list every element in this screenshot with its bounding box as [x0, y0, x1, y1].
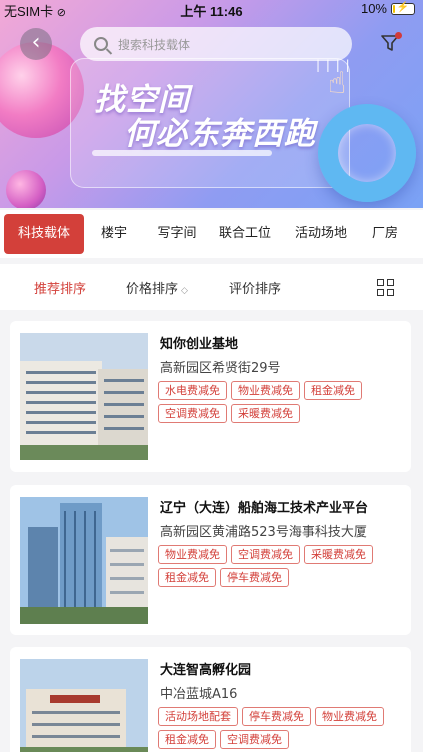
benefit-tag: 水电费减免	[158, 381, 227, 400]
filter-button[interactable]	[380, 32, 402, 55]
benefit-tag: 活动场地配套	[158, 707, 238, 726]
tab-building[interactable]: 楼宇	[84, 214, 144, 254]
benefit-tag: 租金减免	[304, 381, 362, 400]
decor-ring	[318, 104, 416, 202]
benefit-tag: 租金减免	[158, 568, 216, 587]
benefit-tag: 停车费减免	[242, 707, 311, 726]
decor-sphere-small	[6, 170, 46, 208]
benefit-tag: 采暖费减免	[231, 404, 300, 423]
battery-icon: ⚡	[391, 1, 415, 15]
listing-title: 辽宁（大连）船舶海工技术产业平台	[160, 501, 369, 516]
listing-address: 高新园区黄浦路523号海事科技大厦	[160, 525, 367, 540]
benefit-tag: 空调费减免	[231, 545, 300, 564]
benefit-tag: 物业费减免	[231, 381, 300, 400]
sort-recommended[interactable]: 推荐排序	[34, 278, 86, 297]
listing-photo	[20, 659, 148, 752]
benefit-tag: 空调费减免	[158, 404, 227, 423]
status-bar: 无SIM卡 ⊘ 上午 11:46 10% ⚡	[0, 0, 423, 19]
benefit-tag: 采暖费减免	[304, 545, 373, 564]
benefit-tag: 物业费减免	[315, 707, 384, 726]
listing-photo	[20, 497, 148, 624]
back-button[interactable]: ‹	[20, 28, 52, 60]
chevron-left-icon: ‹	[31, 30, 41, 55]
tab-event-venue[interactable]: 活动场地	[280, 214, 362, 254]
listing-card[interactable]: 大连智高孵化园 中冶蓝城A16 活动场地配套 停车费减免 物业费减免 租金减免 …	[10, 647, 411, 752]
tab-factory[interactable]: 厂房	[362, 214, 402, 254]
listing-card[interactable]: 知你创业基地 高新园区希贤街29号 水电费减免 物业费减免 租金减免 空调费减免…	[10, 321, 411, 472]
category-tabs: 科技载体 楼宇 写字间 联合工位 活动场地 厂房	[0, 210, 423, 258]
battery-percent: 10%	[360, 1, 387, 16]
listing-tags: 物业费减免 空调费减免 采暖费减免 租金减免 停车费减免	[158, 545, 408, 587]
listing-address: 中冶蓝城A16	[160, 687, 238, 702]
listing-photo	[20, 333, 148, 460]
banner-underline	[92, 150, 272, 156]
search-bar[interactable]: 搜索科技载体	[80, 27, 352, 61]
tab-tech-carrier[interactable]: 科技载体	[4, 214, 84, 254]
grid-view-icon[interactable]	[377, 279, 394, 296]
listing-tags: 活动场地配套 停车费减免 物业费减免 租金减免 空调费减免	[158, 707, 408, 749]
search-placeholder: 搜索科技载体	[118, 37, 191, 52]
pointing-hand-icon: ☝	[328, 66, 347, 101]
sort-price[interactable]: 价格排序 ◇	[126, 278, 188, 297]
notification-dot	[395, 32, 402, 39]
sort-updown-icon: ◇	[181, 286, 188, 296]
sort-bar: 推荐排序 价格排序 ◇ 评价排序	[0, 264, 423, 310]
battery-status: 10% ⚡	[361, 1, 415, 16]
search-icon	[94, 37, 108, 51]
benefit-tag: 租金减免	[158, 730, 216, 749]
sort-price-label: 价格排序	[126, 282, 179, 297]
listing-tags: 水电费减免 物业费减免 租金减免 空调费减免 采暖费减免	[158, 381, 408, 423]
benefit-tag: 空调费减免	[220, 730, 289, 749]
clock: 上午 11:46	[180, 4, 243, 19]
listing-card[interactable]: 辽宁（大连）船舶海工技术产业平台 高新园区黄浦路523号海事科技大厦 物业费减免…	[10, 485, 411, 635]
banner-headline-2: 何必东奔西跑	[124, 116, 316, 152]
tab-coworking[interactable]: 联合工位	[210, 214, 280, 254]
listing-address: 高新园区希贤街29号	[160, 361, 281, 376]
benefit-tag: 物业费减免	[158, 545, 227, 564]
sort-rating[interactable]: 评价排序	[229, 278, 281, 297]
benefit-tag: 停车费减免	[220, 568, 289, 587]
tab-office[interactable]: 写字间	[144, 214, 210, 254]
listing-title: 知你创业基地	[160, 337, 239, 352]
listing-title: 大连智高孵化园	[160, 663, 252, 678]
charging-bolt-icon: ⚡	[396, 1, 410, 13]
